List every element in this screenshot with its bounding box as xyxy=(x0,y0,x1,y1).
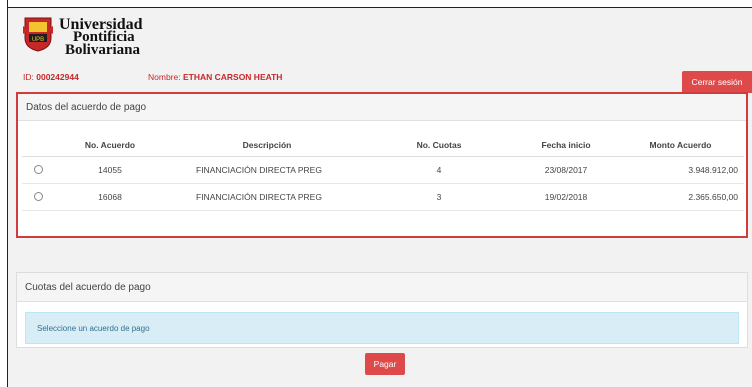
select-column-header xyxy=(22,134,54,157)
user-name: Nombre: ETHAN CARSON HEATH xyxy=(148,72,282,82)
column-header-start-date: Fecha inicio xyxy=(510,134,622,157)
table-header-row: No. Acuerdo Descripción No. Cuotas Fecha… xyxy=(22,134,744,157)
agreement-description: FINANCIACIÓN DIRECTA PREG xyxy=(166,156,368,184)
table-row[interactable]: 14055 FINANCIACIÓN DIRECTA PREG 4 23/08/… xyxy=(22,156,744,184)
agreement-number: 16068 xyxy=(54,183,166,211)
svg-text:UPB: UPB xyxy=(32,37,44,43)
radio-button[interactable] xyxy=(33,164,43,174)
column-header-installments: No. Cuotas xyxy=(368,134,510,157)
agreement-installments: 3 xyxy=(368,183,510,211)
agreement-start-date: 23/08/2017 xyxy=(510,156,622,184)
logo-line-3: Bolivariana xyxy=(65,42,141,58)
window-frame-top xyxy=(0,0,752,8)
user-id-label: ID: xyxy=(23,72,34,82)
logout-button[interactable]: Cerrar sesión xyxy=(682,71,752,93)
agreement-number: 14055 xyxy=(54,156,166,184)
agreements-panel-title: Datos del acuerdo de pago xyxy=(18,94,746,121)
agreement-amount: 3.948.912,00 xyxy=(622,156,744,184)
agreement-installments: 4 xyxy=(368,156,510,184)
agreement-start-date: 19/02/2018 xyxy=(510,183,622,211)
user-name-value: ETHAN CARSON HEATH xyxy=(182,72,283,82)
agreement-description: FINANCIACIÓN DIRECTA PREG xyxy=(166,183,368,211)
logo-text: Universidad Pontificia Bolivariana xyxy=(59,17,143,58)
table-row[interactable]: 16068 FINANCIACIÓN DIRECTA PREG 3 19/02/… xyxy=(22,183,744,211)
pay-button[interactable]: Pagar xyxy=(365,353,405,375)
column-header-description: Descripción xyxy=(166,134,368,157)
radio-button[interactable] xyxy=(33,191,43,201)
agreements-table: No. Acuerdo Descripción No. Cuotas Fecha… xyxy=(22,134,744,211)
column-header-number: No. Acuerdo xyxy=(54,134,166,157)
installments-panel: Cuotas del acuerdo de pago Seleccione un… xyxy=(16,272,748,348)
row-select[interactable] xyxy=(22,156,54,184)
row-select[interactable] xyxy=(22,183,54,211)
user-id-value: 000242944 xyxy=(36,72,79,82)
select-agreement-message: Seleccione un acuerdo de pago xyxy=(25,312,739,344)
user-name-label: Nombre: xyxy=(148,72,181,82)
university-shield-icon: UPB xyxy=(23,17,53,52)
agreements-panel: Datos del acuerdo de pago No. Acuerdo De… xyxy=(16,92,748,238)
page: UPB Universidad Pontificia Bolivariana I… xyxy=(8,8,752,387)
window-frame-left xyxy=(0,0,8,387)
university-logo: UPB Universidad Pontificia Bolivariana xyxy=(23,16,143,60)
user-id: ID: 000242944 xyxy=(23,72,79,82)
column-header-amount: Monto Acuerdo xyxy=(622,134,744,157)
installments-panel-title: Cuotas del acuerdo de pago xyxy=(17,273,747,302)
agreement-amount: 2.365.650,00 xyxy=(622,183,744,211)
